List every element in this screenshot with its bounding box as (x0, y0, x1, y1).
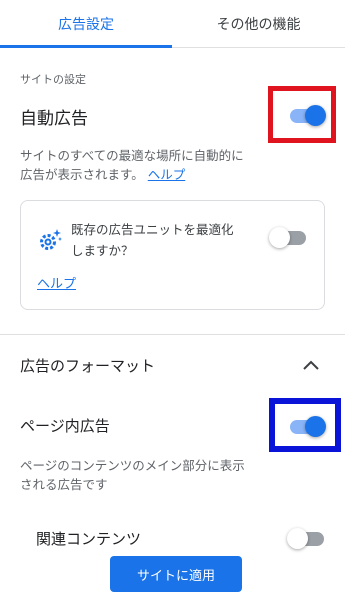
in-page-ads-description: ページのコンテンツのメイン部分に表示 される広告です (20, 456, 320, 494)
tab-bar: 広告設定 その他の機能 (0, 0, 345, 48)
chevron-up-icon[interactable] (300, 356, 322, 374)
optimize-help-link[interactable]: ヘルプ (37, 273, 76, 292)
auto-ads-title: 自動広告 (20, 109, 88, 129)
red-highlight-box (268, 86, 336, 143)
auto-ads-description-line2-row: 広告が表示されます。 ヘルプ (20, 165, 320, 184)
site-settings-caption: サイトの設定 (20, 73, 86, 86)
optimize-units-text-line1: 既存の広告ユニットを最適化 (71, 222, 234, 237)
active-tab-indicator (0, 45, 172, 48)
ad-formats-title: 広告のフォーマット (20, 357, 156, 375)
tab-other-features[interactable]: その他の機能 (172, 0, 345, 48)
auto-ads-description-line1: サイトのすべての最適な場所に自動的に (20, 148, 244, 163)
tab-ad-settings[interactable]: 広告設定 (0, 0, 172, 48)
optimize-units-text: 既存の広告ユニットを最適化 しますか？ (71, 219, 261, 261)
toggle-thumb (287, 528, 308, 549)
in-page-ads-title: ページ内広告 (20, 417, 110, 435)
optimize-units-toggle[interactable] (269, 226, 309, 250)
blue-highlight-box (269, 398, 341, 452)
related-content-toggle[interactable] (287, 527, 327, 551)
optimize-units-card: 既存の広告ユニットを最適化 しますか？ ヘルプ (20, 200, 325, 310)
section-divider (0, 334, 345, 335)
apply-to-site-button[interactable]: サイトに適用 (110, 556, 242, 592)
optimize-units-text-line2: しますか？ (71, 243, 134, 258)
related-content-title: 関連コンテンツ (36, 530, 142, 548)
gear-sparkle-icon (40, 229, 62, 250)
toggle-thumb (269, 227, 290, 248)
auto-ads-description: サイトのすべての最適な場所に自動的に 広告が表示されます。 ヘルプ (20, 146, 320, 184)
auto-ads-description-line2: 広告が表示されます。 (20, 167, 144, 182)
in-page-ads-description-line2: される広告です (20, 477, 108, 492)
in-page-ads-description-line1: ページのコンテンツのメイン部分に表示 (20, 458, 245, 473)
auto-ads-help-link[interactable]: ヘルプ (148, 167, 186, 182)
